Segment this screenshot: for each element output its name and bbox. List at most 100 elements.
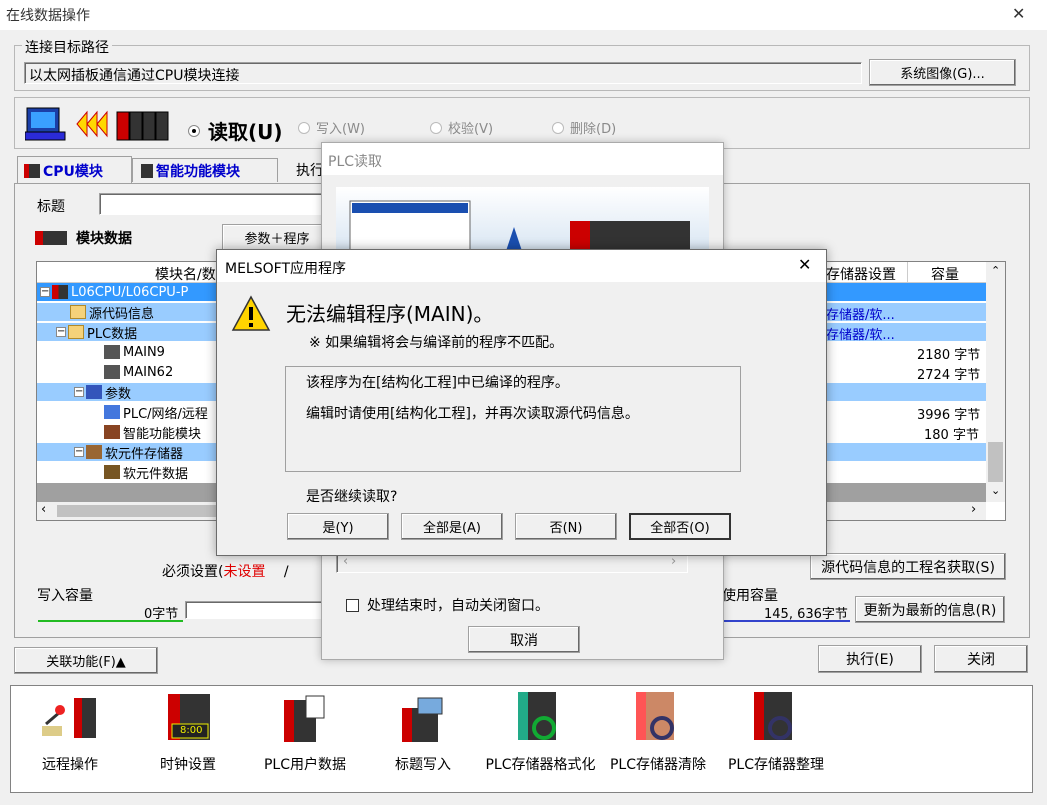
tool-label[interactable]: 标题写入: [383, 754, 463, 774]
intelligent-module-icon: [141, 163, 153, 178]
connection-status-icon: [24, 104, 175, 144]
plc-read-title-bar: PLC读取: [322, 143, 723, 175]
window-title: 在线数据操作: [6, 8, 90, 24]
route-path-field: 以太网插板通信通过CPU模块连接: [24, 62, 862, 84]
tool-label[interactable]: PLC存储器格式化: [478, 754, 603, 774]
tool-label[interactable]: 远程操作: [30, 754, 110, 774]
scroll-down-icon[interactable]: ⌄: [991, 484, 1000, 497]
title-write-icon[interactable]: [400, 694, 446, 744]
mode-write-radio[interactable]: 写入(W): [298, 118, 365, 137]
scroll-right-icon[interactable]: ›: [671, 554, 676, 569]
collapse-icon: −: [56, 326, 66, 337]
source-info-icon: [70, 305, 86, 319]
no-button[interactable]: 否(N): [515, 513, 617, 540]
collapse-icon: −: [40, 286, 50, 297]
no-all-button[interactable]: 全部否(O): [629, 513, 731, 540]
dialog-headline: 无法编辑程序(MAIN)。: [286, 302, 494, 326]
vertical-scrollbar[interactable]: ⌃ ⌄: [986, 262, 1005, 502]
scroll-right-icon[interactable]: ›: [971, 502, 976, 517]
tree-node-plc-network[interactable]: PLC/网络/远程: [104, 402, 208, 422]
tool-label[interactable]: PLC存储器整理: [720, 754, 832, 774]
collapse-icon: −: [74, 446, 84, 457]
write-capacity-label: 写入容量: [37, 588, 93, 604]
title-input[interactable]: [99, 193, 329, 215]
row-storage: 存储器/软...: [826, 328, 895, 343]
dialog-detail-box: 该程序为在[结构化工程]中已编译的程序。 编辑时请使用[结构化工程]，并再次读取…: [285, 366, 741, 472]
checkbox-icon: [346, 598, 359, 612]
tool-label[interactable]: PLC存储器清除: [603, 754, 713, 774]
remote-operation-icon[interactable]: [40, 694, 100, 744]
tree-node-main62[interactable]: MAIN62: [104, 362, 173, 382]
plc-memory-clear-icon[interactable]: [634, 690, 680, 746]
parameter-icon: [86, 385, 102, 399]
close-button[interactable]: 关闭: [934, 645, 1028, 673]
plc-read-cancel-button[interactable]: 取消: [468, 626, 580, 653]
module-data-header: 模块数据: [35, 228, 132, 248]
row-storage: 存储器/软...: [826, 308, 895, 323]
related-function-button[interactable]: 关联功能(F)▲: [14, 647, 158, 674]
tab-cpu[interactable]: CPU模块: [17, 156, 132, 184]
radio-verify-icon: [430, 121, 442, 134]
tab-intelligent[interactable]: 智能功能模块: [132, 158, 278, 182]
window-close-icon[interactable]: ✕: [1012, 4, 1025, 23]
refresh-button[interactable]: 更新为最新的信息(R): [855, 596, 1005, 623]
mode-delete-radio[interactable]: 删除(D): [552, 118, 616, 137]
network-param-icon: [104, 405, 120, 419]
tool-label[interactable]: 时钟设置: [148, 754, 228, 774]
mode-read-radio[interactable]: 读取(U): [188, 116, 283, 145]
tree-node-source[interactable]: 源代码信息: [70, 302, 154, 322]
tree-node-intelligent[interactable]: 智能功能模块: [104, 422, 201, 442]
cpu-icon: [52, 285, 68, 299]
radio-read-icon: [188, 124, 200, 137]
used-capacity-label: 使用容量: [722, 588, 778, 604]
device-data-icon: [104, 465, 120, 479]
row-capacity: 2724 字节: [917, 368, 981, 383]
mode-verify-radio[interactable]: 校验(V): [430, 118, 493, 137]
param-program-button[interactable]: 参数＋程序: [222, 224, 332, 251]
tree-node-device-memory[interactable]: − 软元件存储器: [74, 442, 183, 462]
window-title-bar: 在线数据操作 ✕: [0, 0, 1047, 30]
tab-exec[interactable]: 执行: [296, 160, 324, 180]
plc-memory-format-icon[interactable]: [516, 690, 562, 746]
tree-node-cpu[interactable]: − L06CPU/L06CPU-P: [40, 282, 188, 302]
scroll-thumb[interactable]: [988, 442, 1003, 482]
program-icon: [104, 345, 120, 359]
tool-label[interactable]: PLC用户数据: [255, 754, 355, 774]
tree-node-main9[interactable]: MAIN9: [104, 342, 165, 362]
dialog-close-icon[interactable]: ✕: [798, 255, 811, 274]
tree-node-params[interactable]: − 参数: [74, 382, 131, 402]
auto-close-checkbox[interactable]: 处理结束时，自动关闭窗口。: [346, 595, 549, 615]
yes-button[interactable]: 是(Y): [287, 513, 389, 540]
yes-all-button[interactable]: 全部是(A): [401, 513, 503, 540]
hscroll-thumb[interactable]: [57, 505, 237, 517]
execute-button[interactable]: 执行(E): [818, 645, 922, 673]
radio-delete-icon: [552, 121, 564, 134]
tree-node-device-data[interactable]: 软元件数据: [104, 462, 188, 482]
col-module-name[interactable]: 模块名/数: [155, 264, 216, 284]
plc-read-hscroll[interactable]: ‹ ›: [336, 553, 688, 573]
clock-setting-icon[interactable]: 8:00: [166, 692, 212, 744]
scroll-left-icon[interactable]: ‹: [343, 554, 348, 569]
plc-memory-arrange-icon[interactable]: [752, 690, 798, 746]
row-capacity: 3996 字节: [917, 408, 981, 423]
col-capacity[interactable]: 容量: [931, 264, 959, 284]
intelligent-param-icon: [104, 425, 120, 439]
module-data-icon: [35, 231, 67, 245]
required-setting: 必须设置(未设置 /: [162, 564, 289, 580]
dialog-note: ※ 如果编辑将会与编译前的程序不匹配。: [309, 335, 564, 351]
row-capacity: 180 字节: [924, 428, 979, 443]
warning-icon: [231, 294, 271, 334]
plc-user-data-icon[interactable]: [282, 694, 328, 744]
plc-read-illustration: [336, 187, 709, 252]
source-info-button[interactable]: 源代码信息的工程名获取(S): [810, 553, 1006, 580]
collapse-icon: −: [74, 386, 84, 397]
scroll-up-icon[interactable]: ⌃: [991, 264, 1000, 277]
route-group-label: 连接目标路径: [22, 37, 112, 57]
program-icon: [104, 365, 120, 379]
scroll-left-icon[interactable]: ‹: [41, 502, 46, 517]
col-storage[interactable]: 存储器设置: [826, 264, 896, 284]
melsoft-title-bar: MELSOFT应用程序 ✕: [217, 250, 826, 282]
title-label: 标题: [37, 199, 65, 215]
system-image-button[interactable]: 系统图像(G)...: [869, 59, 1016, 86]
tree-node-plc-data[interactable]: − PLC数据: [56, 322, 137, 342]
